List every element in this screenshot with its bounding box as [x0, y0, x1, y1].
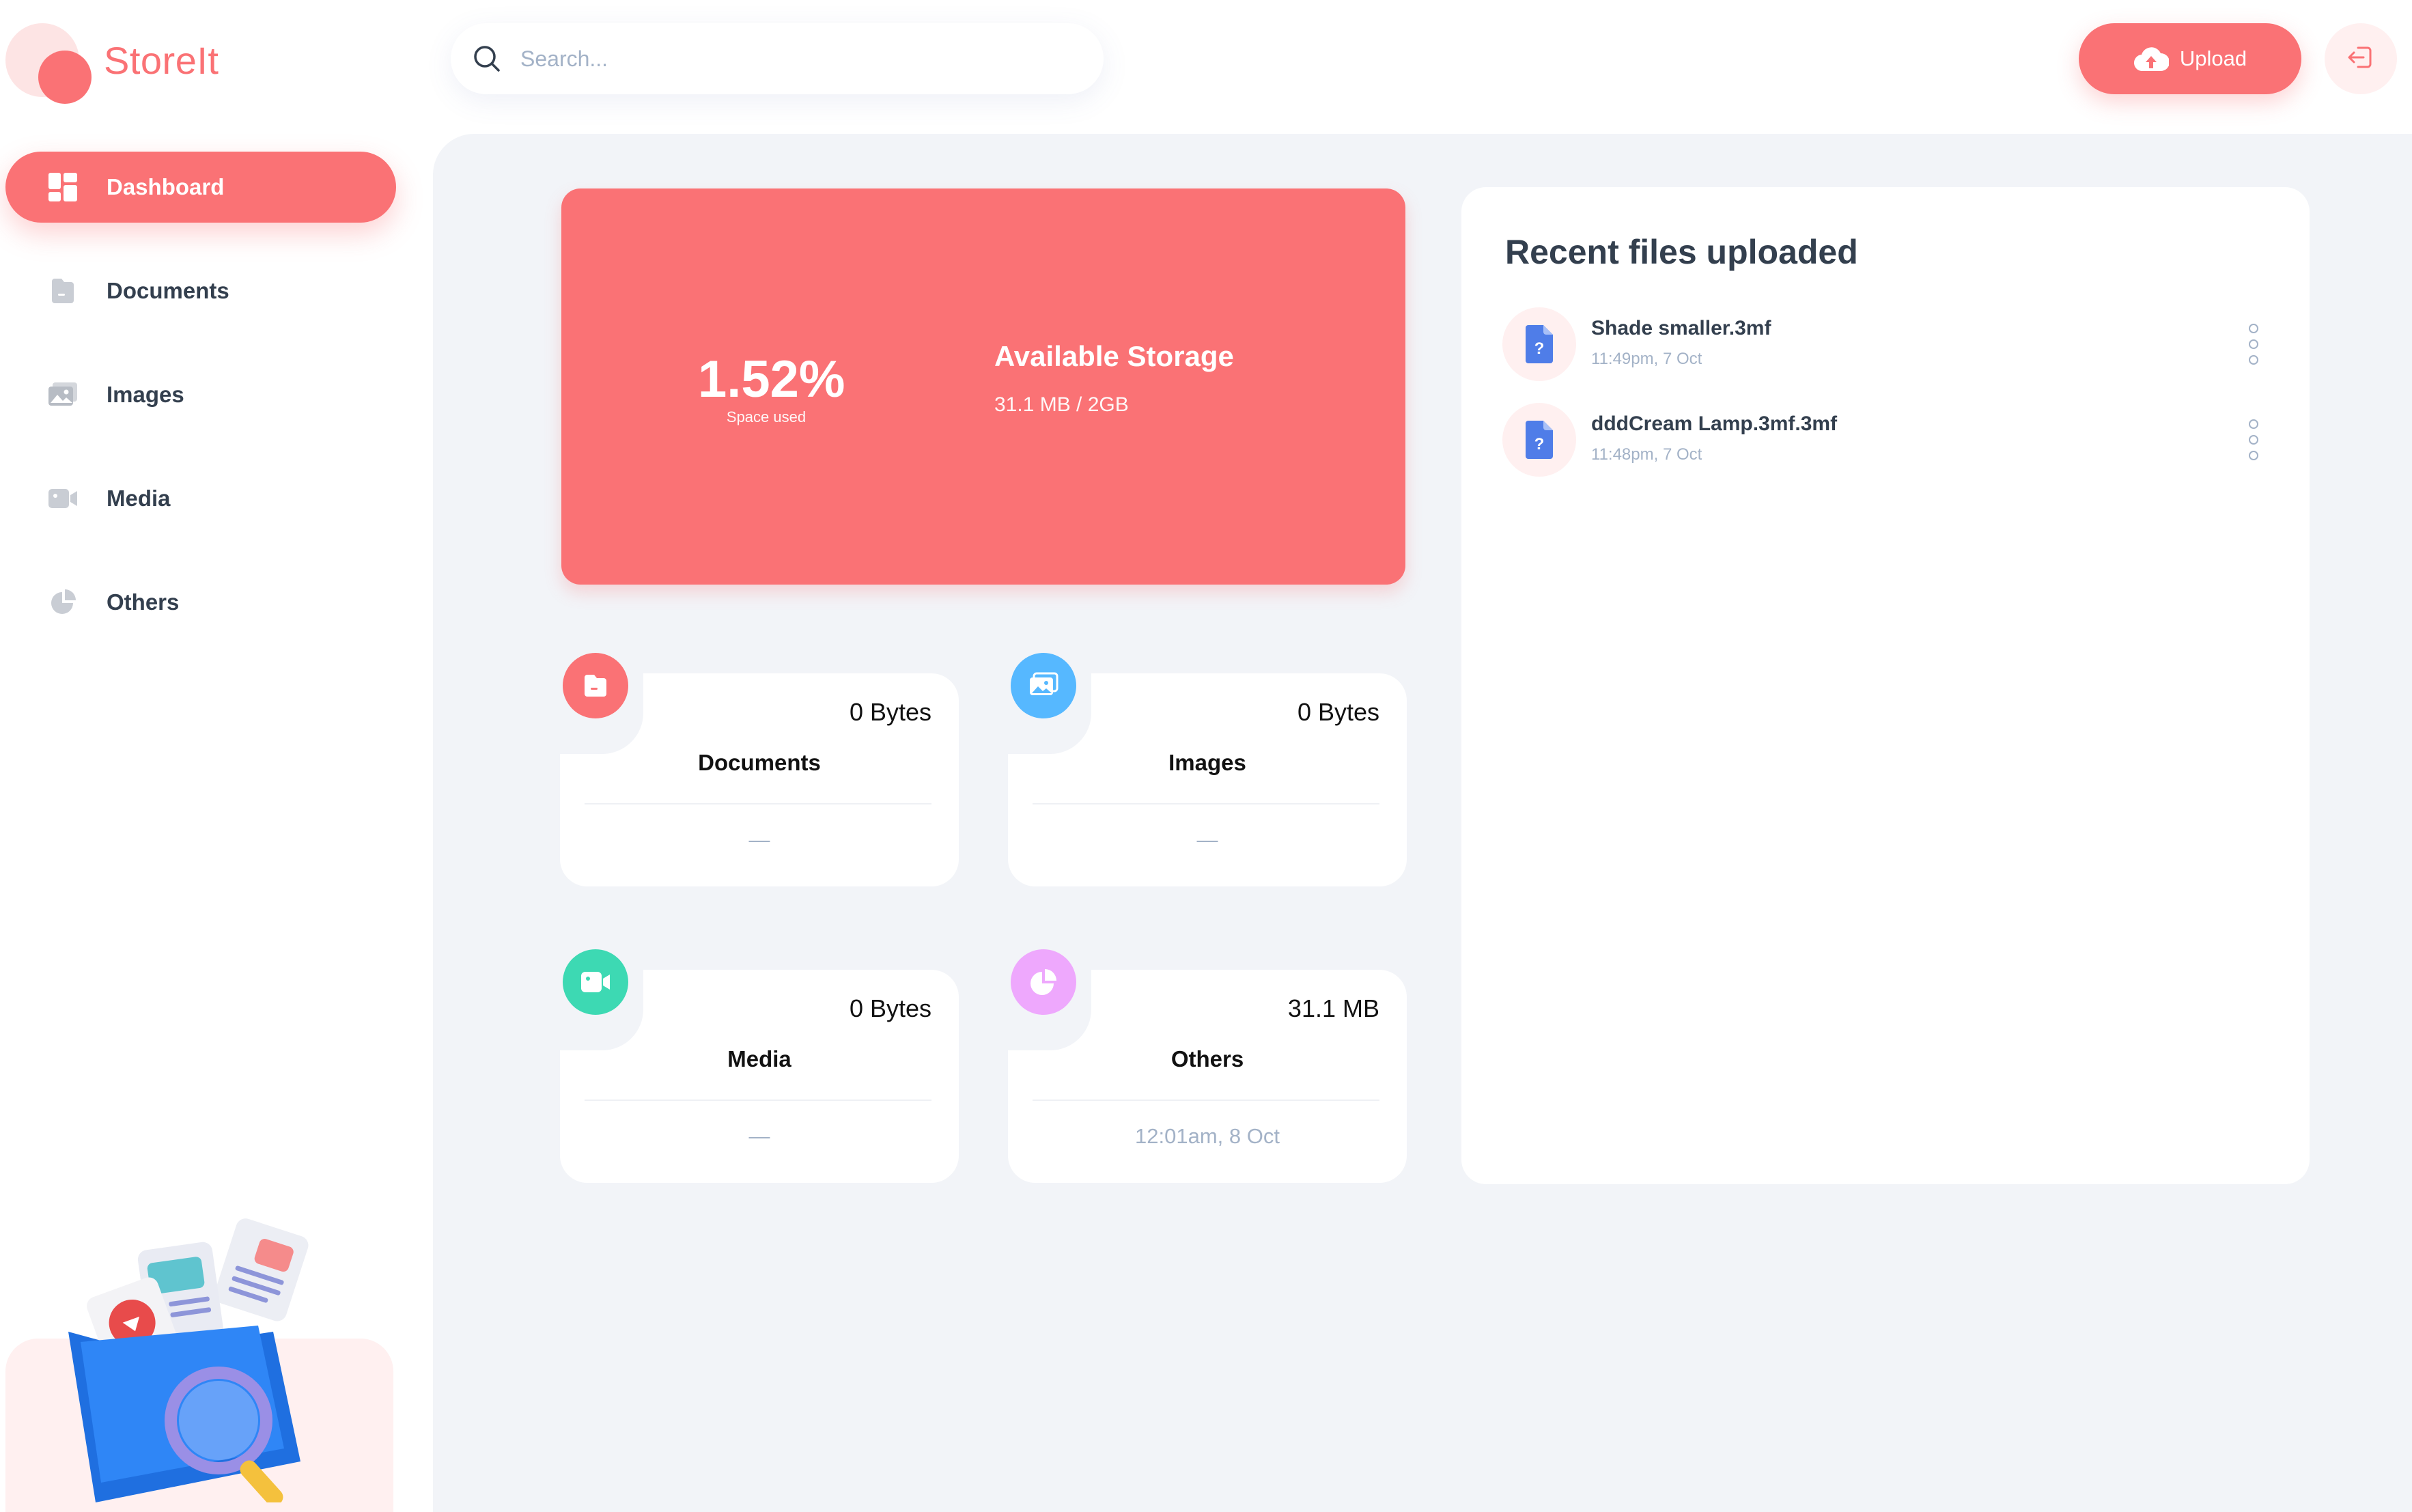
search-icon: [471, 43, 503, 74]
sidebar-item-others[interactable]: Others: [5, 567, 396, 638]
summary-size: 0 Bytes: [849, 994, 931, 1022]
recent-file-name: Shade smaller.3mf: [1591, 317, 1771, 339]
upload-label: Upload: [2179, 46, 2247, 70]
recent-file-item[interactable]: ? dddCream Lamp.3mf.3mf 11:48pm, 7 Oct: [1502, 403, 2267, 477]
summary-title: Images: [1168, 750, 1246, 775]
storage-usage-gauge: 1.52% Space used: [698, 350, 845, 426]
dashboard-icon: [46, 171, 79, 204]
files-illustration: [48, 1202, 348, 1507]
others-icon: [46, 586, 79, 619]
summary-size: 0 Bytes: [849, 698, 931, 726]
storage-summary-card: 1.52% Space used Available Storage 31.1 …: [561, 188, 1405, 585]
app-name: StoreIt: [104, 39, 219, 82]
summary-last-updated: —: [748, 828, 770, 852]
summary-title: Documents: [698, 750, 821, 775]
available-storage-value: 31.1 MB / 2GB: [994, 393, 1129, 416]
svg-text:?: ?: [1534, 339, 1545, 358]
media-icon: [559, 945, 632, 1019]
logo-mark-front: [38, 51, 92, 104]
more-options-icon[interactable]: [2240, 324, 2267, 365]
sidebar-item-label: Documents: [107, 278, 229, 303]
sidebar-item-documents[interactable]: Documents: [5, 255, 396, 326]
upload-button[interactable]: Upload: [2079, 23, 2301, 94]
recent-file-time: 11:49pm, 7 Oct: [1591, 350, 1702, 368]
unknown-file-icon: ?: [1502, 403, 1576, 477]
more-options-icon[interactable]: [2240, 419, 2267, 460]
recent-file-time: 11:48pm, 7 Oct: [1591, 445, 1702, 464]
sidebar-item-label: Dashboard: [107, 174, 225, 199]
images-icon: [1007, 649, 1080, 723]
summary-title: Others: [1170, 1046, 1244, 1072]
summary-title: Media: [727, 1046, 791, 1072]
summary-card-others[interactable]: 31.1 MB Others 12:01am, 8 Oct: [1007, 945, 1407, 1183]
recent-file-name: dddCream Lamp.3mf.3mf: [1591, 412, 1838, 435]
unknown-file-icon: ?: [1502, 307, 1576, 381]
storage-percent: 1.52%: [698, 350, 845, 408]
summary-size: 31.1 MB: [1287, 994, 1379, 1022]
sidebar-item-images[interactable]: Images: [5, 359, 396, 430]
sidebar-nav: Dashboard Documents Images Media Others: [5, 152, 396, 671]
app-logo[interactable]: StoreIt: [5, 20, 279, 109]
summary-last-updated: —: [1196, 828, 1218, 852]
available-storage-title: Available Storage: [994, 340, 1234, 372]
sidebar-item-label: Images: [107, 382, 184, 407]
logout-icon: [2346, 42, 2376, 76]
cloud-upload-icon: [2133, 44, 2170, 74]
summary-card-media[interactable]: 0 Bytes Media —: [559, 945, 959, 1183]
others-icon: [1007, 945, 1080, 1019]
images-icon: [46, 378, 79, 411]
documents-icon: [46, 275, 79, 307]
sidebar-item-label: Others: [107, 589, 180, 615]
divider: [1033, 1100, 1379, 1101]
divider: [585, 803, 931, 804]
sidebar-item-label: Media: [107, 486, 171, 511]
media-icon: [46, 482, 79, 515]
svg-text:?: ?: [1534, 435, 1545, 453]
recent-file-item[interactable]: ? Shade smaller.3mf 11:49pm, 7 Oct: [1502, 307, 2267, 381]
summary-size: 0 Bytes: [1297, 698, 1379, 726]
summary-card-images[interactable]: 0 Bytes Images —: [1007, 649, 1407, 886]
storage-percent-label: Space used: [726, 408, 807, 425]
search-input[interactable]: [520, 46, 1067, 72]
recent-files-title: Recent files uploaded: [1505, 233, 1858, 271]
divider: [585, 1100, 931, 1101]
search-bar[interactable]: [451, 23, 1104, 94]
sidebar-item-media[interactable]: Media: [5, 463, 396, 534]
summary-last-updated: —: [748, 1124, 770, 1148]
logout-button[interactable]: [2325, 23, 2397, 94]
documents-icon: [559, 649, 632, 723]
divider: [1033, 803, 1379, 804]
summary-last-updated: 12:01am, 8 Oct: [1135, 1124, 1280, 1148]
sidebar-item-dashboard[interactable]: Dashboard: [5, 152, 396, 223]
recent-files-panel: Recent files uploaded ? Shade smaller.3m…: [1461, 187, 2310, 1184]
available-storage: Available Storage 31.1 MB / 2GB: [994, 340, 1234, 417]
summary-card-documents[interactable]: 0 Bytes Documents —: [559, 649, 959, 886]
